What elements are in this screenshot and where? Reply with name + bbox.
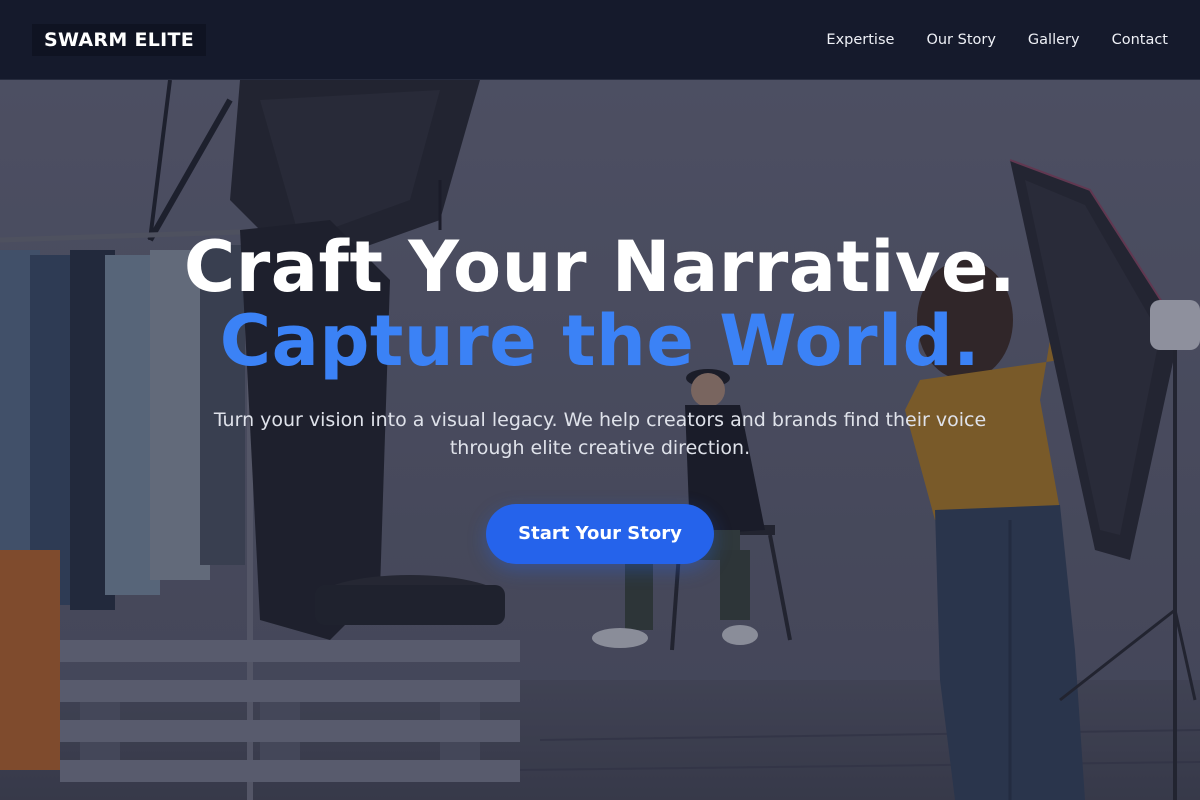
nav-link-contact[interactable]: Contact [1112, 30, 1168, 50]
hero-headline: Craft Your Narrative. Capture the World. [0, 230, 1200, 378]
top-navbar: SWARM ELITE Expertise Our Story Gallery … [0, 0, 1200, 80]
hero-content: Craft Your Narrative. Capture the World.… [0, 230, 1200, 564]
nav-link-expertise[interactable]: Expertise [826, 30, 894, 50]
nav-menu: Expertise Our Story Gallery Contact [826, 30, 1168, 50]
brand-logo[interactable]: SWARM ELITE [32, 24, 207, 56]
nav-link-our-story[interactable]: Our Story [926, 30, 995, 50]
headline-line-2-accent: Capture the World. [219, 300, 981, 382]
hero-section: Craft Your Narrative. Capture the World.… [0, 80, 1200, 800]
headline-line-1: Craft Your Narrative. [183, 226, 1017, 308]
start-your-story-button[interactable]: Start Your Story [486, 504, 714, 564]
hero-subtitle: Turn your vision into a visual legacy. W… [213, 409, 987, 459]
nav-link-gallery[interactable]: Gallery [1028, 30, 1080, 50]
